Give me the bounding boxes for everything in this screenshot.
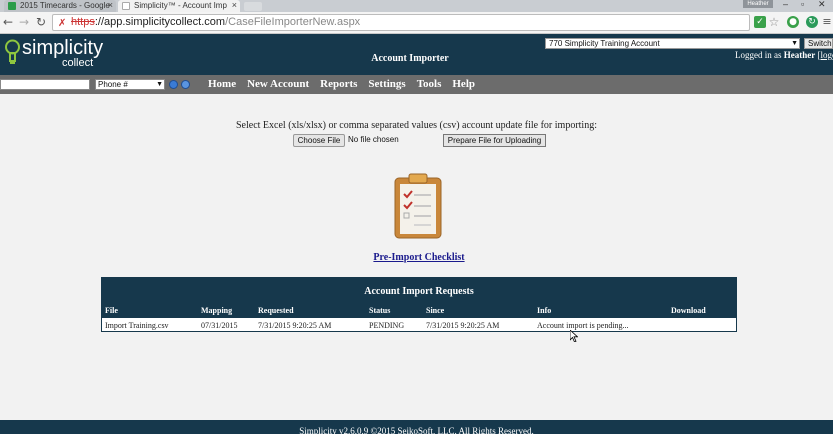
url-scheme: https (71, 16, 95, 28)
menu-help[interactable]: Help (452, 78, 475, 90)
column-header-download: Download (671, 306, 706, 315)
logo-subtext: collect (62, 57, 94, 69)
new-tab-button[interactable] (244, 2, 262, 11)
menu-settings[interactable]: Settings (368, 78, 405, 90)
column-header-since: Since (426, 306, 445, 315)
cell-mapping: 07/31/2015 (201, 321, 238, 330)
cell-status: PENDING (369, 321, 405, 330)
clipboard-checklist-icon[interactable] (393, 172, 445, 240)
search-input[interactable] (0, 79, 90, 90)
logged-in-prefix: Logged in as (735, 50, 782, 60)
menu-reports[interactable]: Reports (320, 78, 357, 90)
file-status: No file chosen (348, 135, 399, 144)
address-bar[interactable]: ✗ https://app.simplicitycollect.com/Case… (52, 14, 750, 31)
sheets-icon (8, 2, 16, 10)
tab-title: Simplicity™ - Account Imp (134, 1, 227, 10)
forward-icon[interactable]: → (19, 15, 29, 29)
menu-home[interactable]: Home (208, 78, 236, 90)
tab-title: 2015 Timecards - Google (20, 1, 110, 10)
import-prompt: Select Excel (xls/xlsx) or comma separat… (236, 120, 597, 131)
browser-tab-timecards[interactable]: 2015 Timecards - Google × (4, 0, 116, 12)
advanced-search-icon[interactable] (181, 80, 190, 89)
import-requests-panel: Account Import Requests File Mapping Req… (101, 277, 737, 332)
menu-new-account[interactable]: New Account (247, 78, 309, 90)
menu-tools[interactable]: Tools (417, 78, 442, 90)
maximize-icon[interactable]: ▫ (801, 0, 804, 9)
close-icon[interactable]: × (232, 0, 237, 10)
app-header: simplicity collect Account Importer 770 … (0, 34, 833, 75)
chevron-down-icon: ▼ (791, 40, 798, 47)
column-header-info: Info (537, 306, 552, 315)
extension-icon[interactable]: ● (787, 16, 799, 28)
minimize-icon[interactable]: – (783, 0, 788, 9)
insecure-lock-icon: ✗ (58, 18, 67, 29)
main-navbar: Phone # ▼ Home New Account Reports Setti… (0, 75, 833, 94)
url-host: ://app.simplicitycollect.com (94, 16, 226, 28)
profile-badge[interactable]: Heather (743, 0, 773, 8)
logout-link[interactable]: logo (821, 50, 833, 60)
browser-tab-simplicity[interactable]: Simplicity™ - Account Imp × (118, 0, 240, 12)
main-content: Select Excel (xls/xlsx) or comma separat… (0, 94, 833, 420)
browser-tab-bar: 2015 Timecards - Google × Simplicity™ - … (0, 0, 833, 12)
extension-icon[interactable]: ✓ (754, 16, 766, 28)
browser-toolbar: ← → ↻ ✗ https://app.simplicitycollect.co… (0, 12, 833, 34)
column-header-status: Status (369, 306, 391, 315)
column-header-file: File (105, 306, 118, 315)
main-menu: Home New Account Reports Settings Tools … (208, 78, 475, 90)
choose-file-button[interactable]: Choose File (293, 134, 345, 147)
cell-info: Account import is pending... (537, 321, 629, 330)
cell-file: Import Training.csv (105, 321, 169, 330)
footer-copyright: Simplicity v2.6.0.9 ©2015 SeikoSoft, LLC… (299, 426, 534, 434)
lightbulb-icon (5, 39, 20, 64)
reload-icon[interactable]: ↻ (36, 15, 46, 29)
logo-text: simplicity (22, 37, 104, 59)
search-type-value: Phone # (98, 80, 128, 89)
account-select-value: 770 Simplicity Training Account (549, 39, 660, 48)
close-window-icon[interactable]: ✕ (818, 0, 826, 10)
import-requests-header: Account Import Requests File Mapping Req… (102, 278, 736, 318)
page-title: Account Importer (371, 53, 449, 64)
mouse-cursor-icon (570, 330, 578, 342)
url-path: /CaseFileImporterNew.aspx (225, 16, 361, 28)
search-icon[interactable] (169, 80, 178, 89)
page-icon (122, 2, 130, 10)
column-header-mapping: Mapping (201, 306, 233, 315)
back-icon[interactable]: ← (3, 15, 13, 29)
cell-requested: 7/31/2015 9:20:25 AM (258, 321, 332, 330)
chevron-down-icon: ▼ (156, 81, 163, 88)
extension-icon[interactable]: ↻ (806, 16, 818, 28)
account-select[interactable]: 770 Simplicity Training Account ▼ (545, 38, 800, 49)
column-header-requested: Requested (258, 306, 294, 315)
search-type-select[interactable]: Phone # ▼ (95, 79, 165, 90)
logged-in-user: Heather (783, 50, 816, 60)
close-icon[interactable]: × (108, 0, 113, 10)
page-footer: Simplicity v2.6.0.9 ©2015 SeikoSoft, LLC… (0, 420, 833, 434)
cell-since: 7/31/2015 9:20:25 AM (426, 321, 500, 330)
pre-import-checklist-link[interactable]: Pre-Import Checklist (0, 252, 833, 263)
logged-in-status: Logged in as Heather [logo (735, 50, 833, 60)
switch-button[interactable]: Switch (804, 38, 833, 49)
menu-icon[interactable]: ≡ (821, 16, 833, 28)
prepare-upload-button[interactable]: Prepare File for Uploading (443, 134, 546, 147)
import-requests-title: Account Import Requests (364, 286, 474, 297)
bookmark-star-icon[interactable]: ☆ (768, 16, 780, 28)
